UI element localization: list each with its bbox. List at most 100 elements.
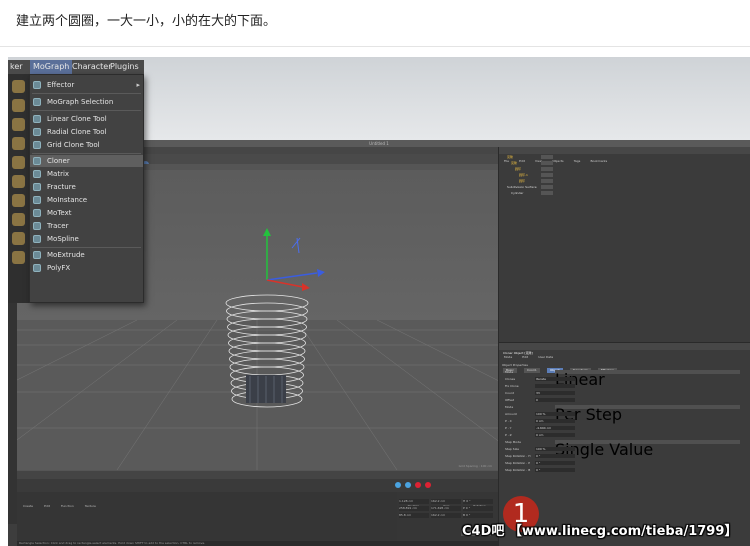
material-manager: Create Edit Function Texture bbox=[17, 492, 397, 546]
attribute-key: Step Rotation . H bbox=[505, 454, 531, 458]
mat-menu-function[interactable]: Function bbox=[61, 504, 74, 508]
coord-field[interactable]: 258.891 cm bbox=[399, 506, 429, 511]
mat-menu-texture[interactable]: Texture bbox=[85, 504, 96, 508]
attribute-row: Offset 0 bbox=[499, 397, 750, 403]
attribute-value[interactable]: 0 ° bbox=[535, 454, 575, 458]
attribute-value[interactable]: Iterate bbox=[535, 377, 575, 381]
grid-clone-icon bbox=[33, 141, 41, 149]
coord-field[interactable]: 171.695 cm bbox=[431, 506, 461, 511]
menu-item-linear-clone-tool[interactable]: Linear Clone Tool bbox=[30, 113, 143, 125]
attribute-key: P . X bbox=[505, 419, 512, 423]
attribute-tabs: Basic Coord. Object Transform Effectors bbox=[499, 356, 750, 373]
menu-mograph-active[interactable]: MoGraph bbox=[30, 60, 73, 74]
menu-item-cloner[interactable]: Cloner bbox=[30, 155, 143, 167]
matrix-icon bbox=[33, 170, 41, 178]
attribute-key: Step Rotation . P bbox=[505, 461, 531, 465]
tool-icon[interactable] bbox=[12, 213, 25, 226]
menu-item-matrix[interactable]: Matrix bbox=[30, 168, 143, 180]
menu-item-moinstance[interactable]: MoInstance bbox=[30, 194, 143, 206]
attribute-value[interactable]: 0 cm bbox=[535, 433, 575, 437]
tool-icon[interactable] bbox=[12, 80, 25, 93]
attribute-value[interactable]: 0 ° bbox=[535, 461, 575, 465]
coord-field[interactable]: 162.2 cm bbox=[431, 499, 461, 504]
attribute-value[interactable]: Per Step bbox=[555, 405, 740, 424]
menu-item-tracer[interactable]: Tracer bbox=[30, 220, 143, 232]
menu-tracker-partial[interactable]: ker bbox=[10, 60, 23, 74]
coord-field[interactable]: P 0 ° bbox=[463, 506, 493, 511]
attribute-row: Mode Per Step bbox=[499, 404, 750, 424]
fracture-icon bbox=[33, 183, 41, 191]
attribute-key: P . Z bbox=[505, 433, 512, 437]
menu-divider bbox=[32, 93, 141, 94]
tool-icon[interactable] bbox=[12, 99, 25, 112]
attribute-value[interactable]: 33 bbox=[535, 391, 575, 395]
menu-item-motext[interactable]: MoText bbox=[30, 207, 143, 219]
attribute-value[interactable]: -4.694 cm bbox=[535, 426, 575, 430]
tool-icon[interactable] bbox=[12, 194, 25, 207]
object-manager: File Edit View Objects Tags Bookmarks 克隆… bbox=[498, 147, 750, 342]
coord-field[interactable]: 162.2 cm bbox=[431, 513, 461, 518]
attribute-value[interactable] bbox=[535, 384, 575, 388]
menu-item-fracture[interactable]: Fracture bbox=[30, 181, 143, 193]
mograph-dropdown-menu: Effector ▸ MoGraph Selection Linear Clone… bbox=[29, 74, 144, 303]
menu-item-mograph-selection[interactable]: MoGraph Selection bbox=[30, 96, 143, 108]
moinstance-icon bbox=[33, 196, 41, 204]
autokey-icon[interactable] bbox=[425, 482, 431, 488]
menu-item-grid-clone-tool[interactable]: Grid Clone Tool bbox=[30, 139, 143, 151]
attribute-value[interactable]: 0 cm bbox=[535, 419, 575, 423]
attribute-value[interactable]: 0 bbox=[535, 398, 575, 402]
submenu-arrow-icon: ▸ bbox=[136, 81, 140, 89]
attribute-value[interactable]: 0 ° bbox=[535, 468, 575, 472]
cloner-icon bbox=[33, 157, 41, 165]
post-caption: 建立两个圆圈，一大一小，小的在大的下面。 bbox=[16, 14, 277, 29]
menu-item-mospline[interactable]: MoSpline bbox=[30, 233, 143, 245]
attribute-key: Fix Clone bbox=[505, 384, 519, 388]
attribute-key: Mode bbox=[505, 405, 514, 409]
attribute-value[interactable]: Linear bbox=[555, 370, 740, 389]
attribute-value[interactable]: 100 % bbox=[535, 447, 575, 451]
tool-icon[interactable] bbox=[12, 232, 25, 245]
tool-icon[interactable] bbox=[12, 156, 25, 169]
record-icon[interactable] bbox=[415, 482, 421, 488]
menu-item-moextrude[interactable]: MoExtrude bbox=[30, 249, 143, 261]
coord-field[interactable]: H 0 ° bbox=[463, 499, 493, 504]
attribute-manager-menu: Mode Edit User Data bbox=[499, 343, 750, 359]
tool-icon[interactable] bbox=[12, 251, 25, 264]
menu-item-polyfx[interactable]: PolyFX bbox=[30, 262, 143, 274]
timeline-ruler[interactable] bbox=[17, 471, 498, 479]
attribute-row: Amount 100 % bbox=[499, 411, 750, 417]
attribute-key: Offset bbox=[505, 398, 515, 402]
menu-divider bbox=[32, 153, 141, 154]
play-forward-icon[interactable] bbox=[405, 482, 411, 488]
menu-item-radial-clone-tool[interactable]: Radial Clone Tool bbox=[30, 126, 143, 138]
coord-field[interactable]: 1.128 cm bbox=[399, 499, 429, 504]
tool-icon[interactable] bbox=[12, 175, 25, 188]
mat-menu-edit[interactable]: Edit bbox=[44, 504, 50, 508]
attribute-row: P . Y -4.694 cm bbox=[499, 425, 750, 431]
menu-character[interactable]: Character bbox=[72, 60, 112, 74]
tool-icon[interactable] bbox=[12, 137, 25, 150]
grid-spacing-label: Grid Spacing : 100 cm bbox=[458, 464, 492, 468]
attribute-value[interactable]: Single Value bbox=[555, 440, 740, 459]
attribute-row: Mode Linear bbox=[499, 369, 750, 389]
coord-row: 85.8 cm 162.2 cm B 0 ° bbox=[397, 513, 498, 519]
attribute-key: P . Y bbox=[505, 426, 512, 430]
attribute-row: Step Rotation . P 0 ° bbox=[499, 460, 750, 466]
menu-plugins[interactable]: Plugins bbox=[110, 60, 139, 74]
play-icon[interactable] bbox=[395, 482, 401, 488]
attribute-row: Count 33 bbox=[499, 390, 750, 396]
watermark-text: C4D吧 【www.linecg.com/tieba/1799】 bbox=[462, 524, 738, 539]
divider bbox=[0, 46, 750, 47]
menu-item-effector[interactable]: Effector ▸ bbox=[30, 79, 143, 91]
timeline[interactable] bbox=[17, 470, 498, 492]
moextrude-icon bbox=[33, 251, 41, 259]
object-manager-menu: File Edit View Objects Tags Bookmarks bbox=[499, 147, 750, 163]
object-name: Cylinder bbox=[511, 191, 524, 195]
attribute-key: Clones bbox=[505, 377, 516, 381]
object-row[interactable]: Cylinder bbox=[499, 190, 750, 196]
tool-icon[interactable] bbox=[12, 118, 25, 131]
mat-menu-create[interactable]: Create bbox=[23, 504, 33, 508]
coord-field[interactable]: 85.8 cm bbox=[399, 513, 429, 518]
attribute-value[interactable]: 100 % bbox=[535, 412, 575, 416]
coord-field[interactable]: B 0 ° bbox=[463, 513, 493, 518]
